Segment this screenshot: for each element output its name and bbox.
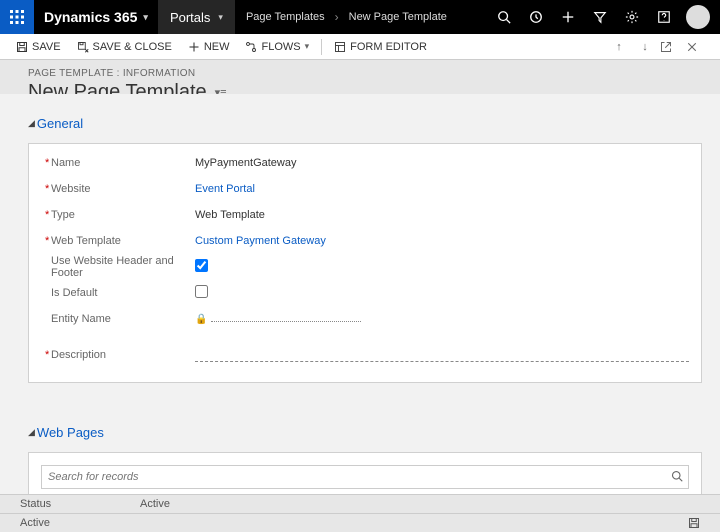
chevron-down-icon: ▾ xyxy=(218,12,223,23)
field-name: Name MyPaymentGateway xyxy=(41,150,689,176)
chevron-down-icon: ▾ xyxy=(143,12,148,23)
field-entity-name: Entity Name 🔒 xyxy=(41,306,689,332)
nav-up-button[interactable]: ↑ xyxy=(608,41,630,53)
breadcrumb-parent[interactable]: Page Templates xyxy=(236,11,335,23)
field-website-value[interactable]: Event Portal xyxy=(195,183,689,195)
field-type-label: Type xyxy=(45,209,195,221)
close-button[interactable] xyxy=(686,41,708,53)
section-general-label: General xyxy=(37,116,83,131)
form-body: ◢ General Name MyPaymentGateway Website … xyxy=(0,94,720,494)
field-name-label: Name xyxy=(45,157,195,169)
lock-icon: 🔒 xyxy=(195,314,207,325)
status-label: Status xyxy=(20,498,140,510)
header-supertitle: PAGE TEMPLATE : INFORMATION xyxy=(28,68,700,79)
collapse-icon: ◢ xyxy=(28,118,35,129)
section-webpages-header[interactable]: ◢ Web Pages xyxy=(28,421,702,444)
webpages-search-input[interactable] xyxy=(42,471,666,483)
field-type: Type Web Template xyxy=(41,202,689,228)
search-icon[interactable] xyxy=(666,470,688,485)
area-tab-label: Portals xyxy=(170,10,210,25)
form-editor-label: FORM EDITOR xyxy=(350,41,427,53)
field-description-label: Description xyxy=(45,349,195,361)
field-name-value[interactable]: MyPaymentGateway xyxy=(195,157,689,169)
section-webpages-label: Web Pages xyxy=(37,425,104,440)
add-button[interactable] xyxy=(552,0,584,34)
field-website: Website Event Portal xyxy=(41,176,689,202)
section-general-header[interactable]: ◢ General xyxy=(28,112,702,135)
save-label: SAVE xyxy=(32,41,61,53)
footer-save-button[interactable] xyxy=(688,517,700,529)
breadcrumb-current: New Page Template xyxy=(339,11,457,23)
popout-button[interactable] xyxy=(660,41,682,53)
status-value: Active xyxy=(140,498,170,510)
help-button[interactable] xyxy=(648,0,680,34)
field-web-template-label: Web Template xyxy=(45,235,195,247)
use-hf-checkbox[interactable] xyxy=(195,259,208,272)
field-is-default-label: Is Default xyxy=(45,287,195,299)
field-is-default: Is Default xyxy=(41,280,689,306)
flows-label: FLOWS xyxy=(261,41,300,53)
webpages-search xyxy=(41,465,689,489)
field-use-hf-value xyxy=(195,259,689,275)
nav-down-button[interactable]: ↓ xyxy=(634,41,656,53)
global-nav: Dynamics 365 ▾ Portals ▾ Page Templates … xyxy=(0,0,720,34)
global-nav-right xyxy=(488,0,720,34)
area-tab-portals[interactable]: Portals ▾ xyxy=(158,0,235,34)
settings-button[interactable] xyxy=(616,0,648,34)
field-web-template: Web Template Custom Payment Gateway xyxy=(41,228,689,254)
collapse-icon: ◢ xyxy=(28,427,35,438)
status-footer: Status Active Active xyxy=(0,494,720,532)
active-row: Active xyxy=(0,513,720,532)
command-bar: SAVE SAVE & CLOSE NEW FLOWS ▾ FORM EDITO… xyxy=(0,34,720,60)
form-editor-button[interactable]: FORM EDITOR xyxy=(326,41,435,53)
divider xyxy=(321,39,322,55)
save-close-label: SAVE & CLOSE xyxy=(93,41,172,53)
field-entity-name-value: 🔒 xyxy=(195,313,375,325)
is-default-checkbox[interactable] xyxy=(195,285,208,298)
active-label: Active xyxy=(20,517,140,529)
save-button[interactable]: SAVE xyxy=(8,41,69,53)
section-webpages: Name ↑ Partial URL Parent Page Website D… xyxy=(28,452,702,494)
command-bar-right: ↑ ↓ xyxy=(608,41,712,53)
brand-menu[interactable]: Dynamics 365 ▾ xyxy=(34,9,158,25)
field-type-value[interactable]: Web Template xyxy=(195,209,689,221)
app-launcher-button[interactable] xyxy=(0,0,34,34)
recent-button[interactable] xyxy=(520,0,552,34)
global-nav-left: Dynamics 365 ▾ Portals ▾ Page Templates … xyxy=(0,0,457,34)
field-web-template-value[interactable]: Custom Payment Gateway xyxy=(195,235,689,247)
field-description-value[interactable] xyxy=(195,348,689,362)
field-use-header-footer: Use Website Header and Footer xyxy=(41,254,689,280)
status-row: Status Active xyxy=(0,494,720,513)
new-button[interactable]: NEW xyxy=(180,41,238,53)
section-general: Name MyPaymentGateway Website Event Port… xyxy=(28,143,702,383)
brand-text: Dynamics 365 xyxy=(44,9,137,25)
field-entity-name-label: Entity Name xyxy=(45,313,195,325)
avatar[interactable] xyxy=(686,5,710,29)
field-website-label: Website xyxy=(45,183,195,195)
field-description: Description xyxy=(41,342,689,368)
field-use-hf-label: Use Website Header and Footer xyxy=(45,255,195,279)
search-button[interactable] xyxy=(488,0,520,34)
new-label: NEW xyxy=(204,41,230,53)
flows-button[interactable]: FLOWS ▾ xyxy=(237,41,317,53)
field-is-default-value xyxy=(195,285,689,301)
save-and-close-button[interactable]: SAVE & CLOSE xyxy=(69,41,180,53)
filter-button[interactable] xyxy=(584,0,616,34)
chevron-down-icon: ▾ xyxy=(305,41,310,52)
